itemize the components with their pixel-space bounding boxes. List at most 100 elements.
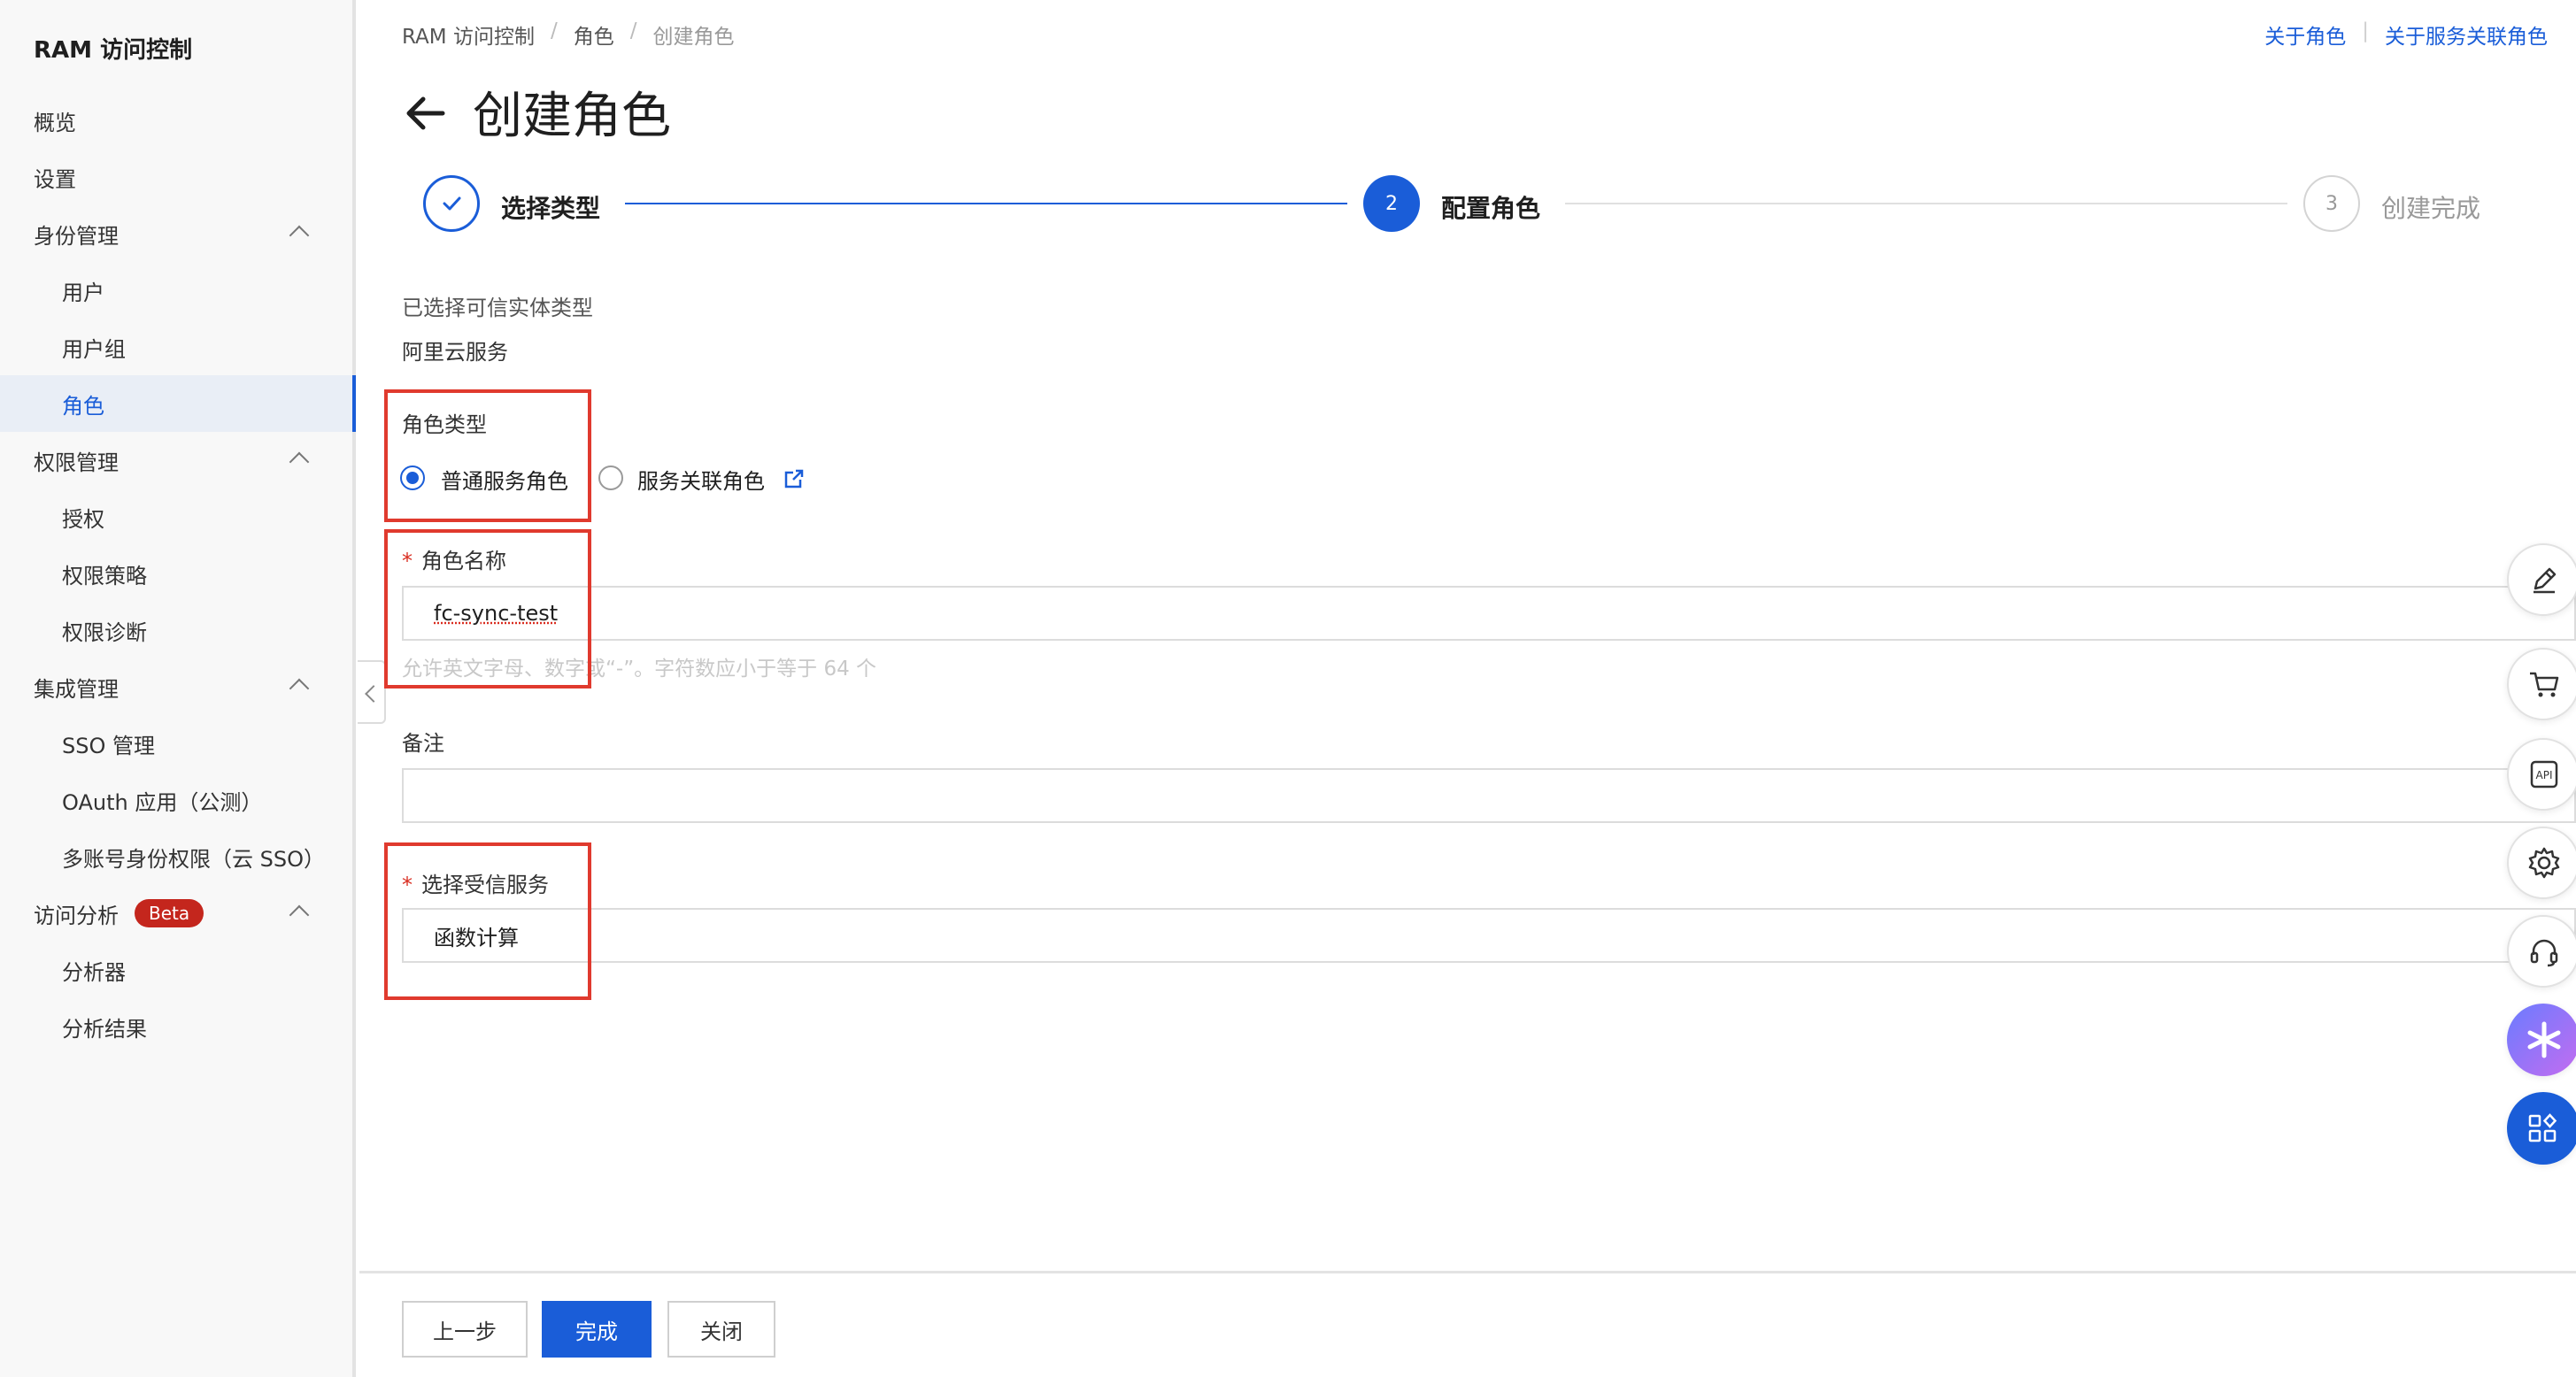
settings-icon	[2528, 847, 2560, 879]
breadcrumb-item-current: 创建角色	[652, 26, 735, 49]
sidebar-item-label: 分析结果	[62, 1016, 147, 1042]
sidebar: RAM 访问控制 概览 设置 身份管理 用户 用户组 角色 权限管理 授权 权限…	[0, 0, 356, 1377]
sidebar-item-grants[interactable]: 授权	[0, 488, 352, 545]
radio-normal-service-role-label[interactable]: 普通服务角色	[441, 464, 568, 495]
beta-badge: Beta	[135, 899, 204, 927]
sidebar-item-label: 身份管理	[34, 223, 119, 249]
float-apps-button[interactable]	[2507, 1092, 2576, 1165]
sidebar-item-label: 设置	[34, 166, 76, 192]
breadcrumb-item-roles[interactable]: 角色	[574, 19, 614, 50]
trusted-service-label-text: 选择受信服务	[421, 873, 549, 897]
chevron-up-icon	[289, 678, 310, 699]
sidebar-item-sso[interactable]: SSO 管理	[0, 715, 352, 772]
step-1-label: 选择类型	[501, 194, 601, 223]
required-mark: *	[402, 549, 413, 573]
sidebar-group-permissions[interactable]: 权限管理	[0, 432, 352, 488]
sidebar-item-label: 多账号身份权限（云 SSO）	[62, 846, 325, 872]
trusted-service-select[interactable]: 函数计算	[402, 908, 2576, 963]
sidebar-group-identity[interactable]: 身份管理	[0, 205, 352, 262]
headset-icon	[2530, 939, 2558, 967]
apps-icon	[2528, 1113, 2557, 1142]
step-2-number: 2	[1363, 175, 1420, 232]
chevron-up-icon	[289, 225, 310, 246]
role-name-hint: 允许英文字母、数字或“-”。字符数应小于等于 64 个	[402, 658, 877, 681]
sidebar-item-policies[interactable]: 权限策略	[0, 545, 352, 602]
sidebar-item-settings[interactable]: 设置	[0, 149, 352, 205]
step-1-done	[423, 175, 480, 232]
step-3-label: 创建完成	[2381, 194, 2481, 223]
link-separator: |	[2362, 19, 2369, 42]
sidebar-item-user-groups[interactable]: 用户组	[0, 319, 352, 375]
sidebar-item-label: 权限策略	[62, 563, 147, 588]
trusted-entity-value: 阿里云服务	[402, 340, 508, 365]
note-input[interactable]	[402, 768, 2576, 823]
sidebar-item-cloud-sso[interactable]: 多账号身份权限（云 SSO）	[0, 828, 352, 885]
role-type-label: 角色类型	[402, 412, 487, 437]
step-connector-pending	[1565, 203, 2287, 204]
sidebar-item-label: SSO 管理	[62, 733, 155, 758]
sidebar-group-integration[interactable]: 集成管理	[0, 658, 352, 715]
note-label: 备注	[402, 731, 444, 756]
radio-service-linked-role-label[interactable]: 服务关联角色	[637, 464, 765, 495]
sidebar-item-label: 权限管理	[34, 450, 119, 475]
sidebar-item-label: 授权	[62, 506, 104, 532]
sidebar-item-oauth[interactable]: OAuth 应用（公测）	[0, 772, 352, 828]
step-connector-done	[625, 203, 1347, 204]
float-ai-assistant-button[interactable]	[2507, 1004, 2576, 1076]
close-button[interactable]: 关闭	[667, 1301, 775, 1358]
finish-button[interactable]: 完成	[542, 1301, 652, 1358]
sidebar-item-label: 用户组	[62, 336, 126, 362]
sidebar-item-users[interactable]: 用户	[0, 262, 352, 319]
breadcrumb-item-ram[interactable]: RAM 访问控制	[402, 19, 535, 50]
external-link-icon[interactable]	[783, 467, 806, 490]
trusted-service-value: 函数计算	[434, 925, 519, 950]
sidebar-item-label: 集成管理	[34, 676, 119, 702]
sidebar-item-analyzer[interactable]: 分析器	[0, 942, 352, 998]
float-cart-button[interactable]	[2507, 648, 2576, 720]
float-api-button[interactable]: API	[2507, 738, 2576, 811]
cart-icon	[2530, 672, 2559, 697]
prev-step-button[interactable]: 上一步	[402, 1301, 528, 1358]
about-service-linked-roles-link[interactable]: 关于服务关联角色	[2385, 19, 2548, 50]
check-icon	[443, 196, 461, 211]
step-2-label: 配置角色	[1441, 194, 1541, 223]
api-icon: API	[2530, 760, 2558, 789]
breadcrumb: RAM 访问控制 / 角色 / 创建角色	[402, 19, 734, 50]
sidebar-item-roles[interactable]: 角色	[0, 375, 356, 432]
role-name-label-text: 角色名称	[421, 549, 506, 573]
sidebar-item-diagnosis[interactable]: 权限诊断	[0, 602, 352, 658]
ai-assistant-icon	[2527, 1021, 2561, 1058]
breadcrumb-separator: /	[629, 19, 637, 42]
svg-text:API: API	[2536, 769, 2553, 781]
sidebar-title: RAM 访问控制	[34, 37, 193, 64]
role-name-value: fc-sync-test	[434, 601, 559, 626]
edit-icon	[2534, 567, 2557, 594]
step-3-number: 3	[2303, 175, 2360, 232]
float-edit-button[interactable]	[2507, 543, 2576, 616]
trusted-entity-label: 已选择可信实体类型	[402, 296, 593, 320]
about-roles-link[interactable]: 关于角色	[2264, 19, 2346, 50]
role-name-label: * 角色名称	[402, 543, 506, 574]
role-name-input[interactable]: fc-sync-test	[402, 586, 2576, 641]
radio-service-linked-role[interactable]	[598, 465, 623, 490]
sidebar-item-label: 权限诊断	[62, 619, 147, 645]
sidebar-item-label: 分析器	[62, 959, 126, 985]
float-support-button[interactable]	[2507, 915, 2576, 988]
chevron-up-icon	[289, 904, 310, 926]
required-mark: *	[402, 873, 413, 897]
help-links: 关于角色 | 关于服务关联角色	[2264, 19, 2548, 50]
radio-normal-service-role[interactable]	[400, 465, 425, 490]
sidebar-item-label: OAuth 应用（公测）	[62, 789, 263, 815]
sidebar-item-label: 用户	[62, 280, 104, 305]
back-arrow-icon[interactable]	[400, 88, 450, 138]
breadcrumb-separator: /	[550, 19, 558, 42]
sidebar-item-label: 概览	[34, 110, 76, 135]
sidebar-collapse-button[interactable]	[358, 660, 386, 724]
float-settings-button[interactable]	[2507, 827, 2576, 899]
sidebar-item-analysis-results[interactable]: 分析结果	[0, 998, 352, 1055]
sidebar-item-overview[interactable]: 概览	[0, 92, 352, 149]
chevron-up-icon	[289, 451, 310, 473]
sidebar-group-access-analysis[interactable]: 访问分析 Beta	[0, 885, 352, 942]
trusted-service-label: * 选择受信服务	[402, 867, 549, 898]
sidebar-item-label: 角色	[62, 393, 104, 419]
